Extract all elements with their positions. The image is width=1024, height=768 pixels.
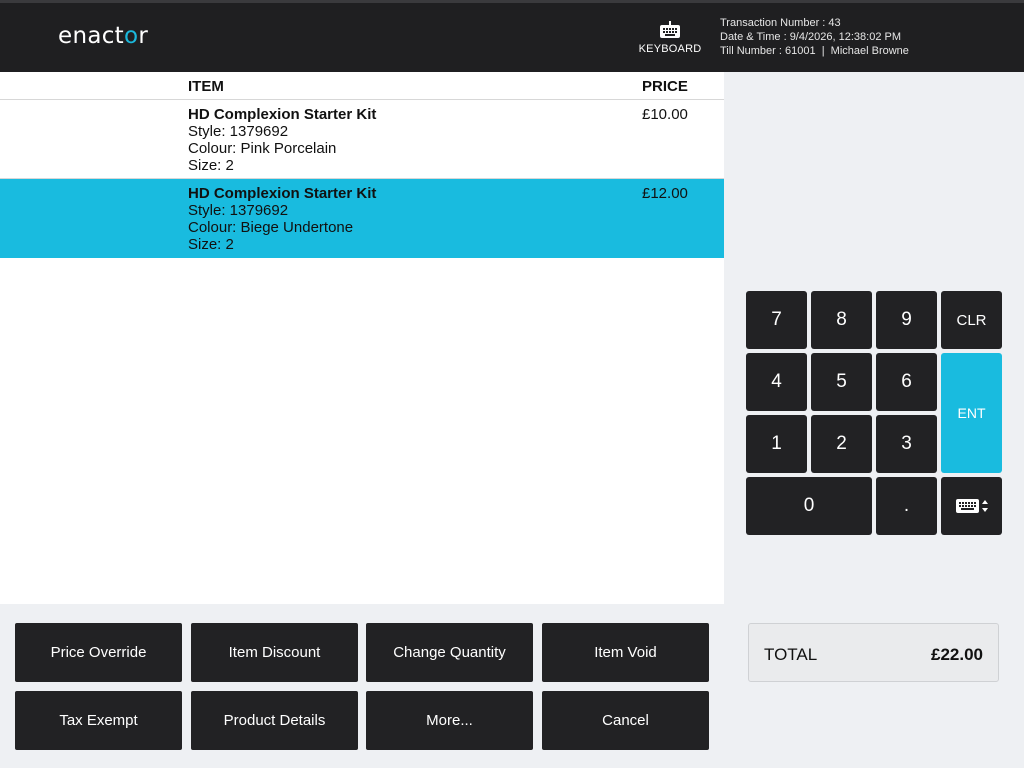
enactor-logo: enactor <box>58 23 149 49</box>
item-name: HD Complexion Starter Kit <box>188 185 377 202</box>
enter-key[interactable]: ENT <box>941 353 1002 473</box>
item-description: HD Complexion Starter Kit Style: 1379692… <box>188 106 376 174</box>
item-style: Style: 1379692 <box>188 202 289 219</box>
item-price: £10.00 <box>642 106 688 123</box>
item-style: Style: 1379692 <box>188 123 289 140</box>
numeric-keypad: 7 8 9 CLR 4 5 6 ENT 1 2 3 0 . <box>746 291 1002 535</box>
item-size: Size: 2 <box>188 236 234 253</box>
total-value: £22.00 <box>931 645 983 664</box>
till-user: Till Number : 61001 | Michael Browne <box>720 45 909 57</box>
header-bar: enactor KEYBOARD Transaction Number : 43… <box>0 0 1024 72</box>
item-colour: Colour: Biege Undertone <box>188 219 354 236</box>
key-9[interactable]: 9 <box>876 291 937 349</box>
basket-panel: ITEM PRICE HD Complexion Starter Kit Sty… <box>0 72 724 604</box>
price-column-header: PRICE <box>642 78 688 95</box>
key-5[interactable]: 5 <box>811 353 872 411</box>
item-description: HD Complexion Starter Kit Style: 1379692… <box>188 185 376 253</box>
key-1[interactable]: 1 <box>746 415 807 473</box>
item-void-button[interactable]: Item Void <box>542 623 709 682</box>
key-3[interactable]: 3 <box>876 415 937 473</box>
key-2[interactable]: 2 <box>811 415 872 473</box>
item-price: £12.00 <box>642 185 688 202</box>
key-4[interactable]: 4 <box>746 353 807 411</box>
key-0[interactable]: 0 <box>746 477 872 535</box>
key-7[interactable]: 7 <box>746 291 807 349</box>
key-6[interactable]: 6 <box>876 353 937 411</box>
cancel-button[interactable]: Cancel <box>542 691 709 750</box>
keyboard-label: KEYBOARD <box>638 43 702 55</box>
transaction-number: Transaction Number : 43 <box>720 17 841 29</box>
item-colour: Colour: Pink Porcelain <box>188 140 337 157</box>
price-override-button[interactable]: Price Override <box>15 623 182 682</box>
keyboard-toggle-icon <box>955 499 988 513</box>
date-time: Date & Time : 9/4/2026, 12:38:02 PM <box>720 31 901 43</box>
basket-row-selected[interactable]: HD Complexion Starter Kit Style: 1379692… <box>0 179 724 258</box>
clear-key[interactable]: CLR <box>941 291 1002 349</box>
more-button[interactable]: More... <box>366 691 533 750</box>
keyboard-button[interactable]: KEYBOARD <box>636 21 704 67</box>
item-discount-button[interactable]: Item Discount <box>191 623 358 682</box>
keyboard-toggle-button[interactable] <box>941 477 1002 535</box>
item-name: HD Complexion Starter Kit <box>188 106 377 123</box>
transaction-info: Transaction Number : 43 Date & Time : 9/… <box>720 16 909 58</box>
key-8[interactable]: 8 <box>811 291 872 349</box>
total-panel: TOTAL £22.00 <box>748 623 999 682</box>
basket-column-header: ITEM PRICE <box>0 72 724 100</box>
item-column-header: ITEM <box>188 78 224 95</box>
decimal-key[interactable]: . <box>876 477 937 535</box>
tax-exempt-button[interactable]: Tax Exempt <box>15 691 182 750</box>
total-label: TOTAL <box>764 645 818 664</box>
item-size: Size: 2 <box>188 157 234 174</box>
keyboard-icon <box>660 21 680 38</box>
change-quantity-button[interactable]: Change Quantity <box>366 623 533 682</box>
product-details-button[interactable]: Product Details <box>191 691 358 750</box>
basket-row[interactable]: HD Complexion Starter Kit Style: 1379692… <box>0 100 724 179</box>
